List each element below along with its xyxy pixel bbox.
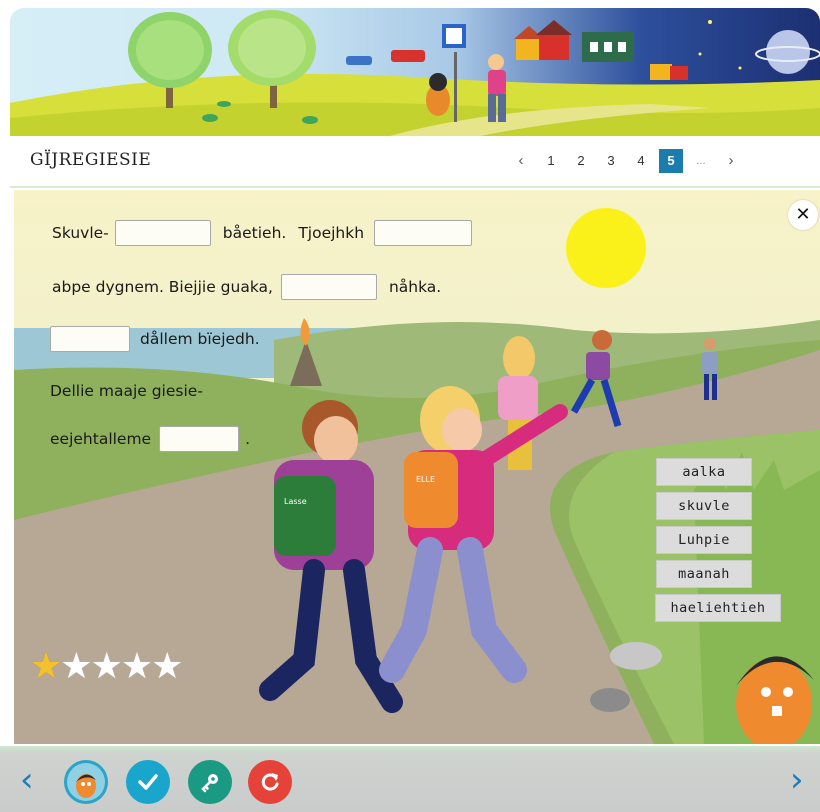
page-title: GÏJREGIESIE (30, 150, 152, 170)
sentence-line-4: Dellie maaje giesie- (50, 382, 203, 400)
title-bar: GÏJREGIESIE ‹ 1 2 3 4 5 ... › (10, 136, 820, 188)
exercise-area: Lasse ELLE ✕ Skuvle- båetieh. Tjoejhkh a… (14, 190, 820, 744)
check-icon (138, 774, 158, 790)
key-icon (201, 774, 218, 793)
star-icon: ★ (60, 646, 93, 687)
restart-icon (261, 773, 279, 791)
check-button[interactable] (126, 760, 170, 804)
sentence-part-5: nåhka. (388, 278, 442, 296)
close-button[interactable]: ✕ (788, 200, 818, 230)
page-3-button[interactable]: 3 (599, 149, 623, 173)
blank-3[interactable] (280, 274, 377, 300)
sentence-part-4: abpe dygnem. Biejjie guaka, (52, 278, 273, 296)
page-2-button[interactable]: 2 (569, 149, 593, 173)
page-1-button[interactable]: 1 (539, 149, 563, 173)
star-icon: ★ (120, 646, 154, 687)
star-icon: ★ (90, 646, 123, 687)
page-5-button[interactable]: 5 (659, 149, 683, 173)
word-bank: aalka skuvle Luhpie maanah haeliehtieh (655, 458, 781, 628)
blank-4[interactable] (50, 326, 130, 352)
word-option[interactable]: haeliehtieh (655, 594, 781, 622)
word-option[interactable]: aalka (656, 458, 752, 486)
header-illustration (10, 10, 820, 136)
word-option[interactable]: Luhpie (656, 526, 752, 554)
restart-button[interactable] (248, 760, 292, 804)
sentence-part-7: Dellie maaje giesie- (50, 382, 203, 400)
footer-toolbar: ‹ › (0, 746, 820, 812)
key-button[interactable] (188, 760, 232, 804)
blank-2[interactable] (374, 220, 473, 246)
sentence-part-3: Tjoejhkh (298, 224, 365, 242)
pagination: ‹ 1 2 3 4 5 ... › (506, 148, 746, 174)
word-option[interactable]: maanah (656, 560, 752, 588)
prev-exercise-arrow[interactable]: ‹ (20, 760, 34, 800)
pagination-ellipsis: ... (696, 155, 706, 167)
sentence-part-2: båetieh. (222, 224, 287, 242)
star-rating: ★ ★ ★ ★ ★ (30, 646, 184, 687)
sentence-line-1: Skuvle- båetieh. Tjoejhkh (52, 220, 473, 246)
header-banner (10, 8, 820, 136)
next-page-button[interactable]: › (719, 149, 743, 173)
svg-text:ELLE: ELLE (416, 475, 435, 484)
sentence-part-1: Skuvle- (52, 224, 109, 242)
sentence-part-8: eejehtalleme (50, 430, 152, 448)
sentence-line-2: abpe dygnem. Biejjie guaka, nåhka. (52, 274, 441, 300)
backpack-left-label: Lasse (284, 497, 307, 506)
star-icon: ★ (151, 646, 184, 687)
sentence-part-6: dållem bïejedh. (140, 330, 260, 348)
star-icon: ★ (30, 646, 63, 687)
next-exercise-arrow[interactable]: › (790, 760, 804, 800)
prev-page-button[interactable]: ‹ (509, 149, 533, 173)
mascot-icon (67, 763, 105, 801)
word-option[interactable]: skuvle (656, 492, 752, 520)
page-4-button[interactable]: 4 (629, 149, 653, 173)
sentence-line-5: eejehtalleme . (50, 426, 250, 452)
sentence-part-9: . (245, 430, 251, 448)
sentence-line-3: dållem bïejedh. (50, 326, 260, 352)
mascot-button[interactable] (64, 760, 108, 804)
blank-5[interactable] (159, 426, 240, 452)
blank-1[interactable] (114, 220, 211, 246)
